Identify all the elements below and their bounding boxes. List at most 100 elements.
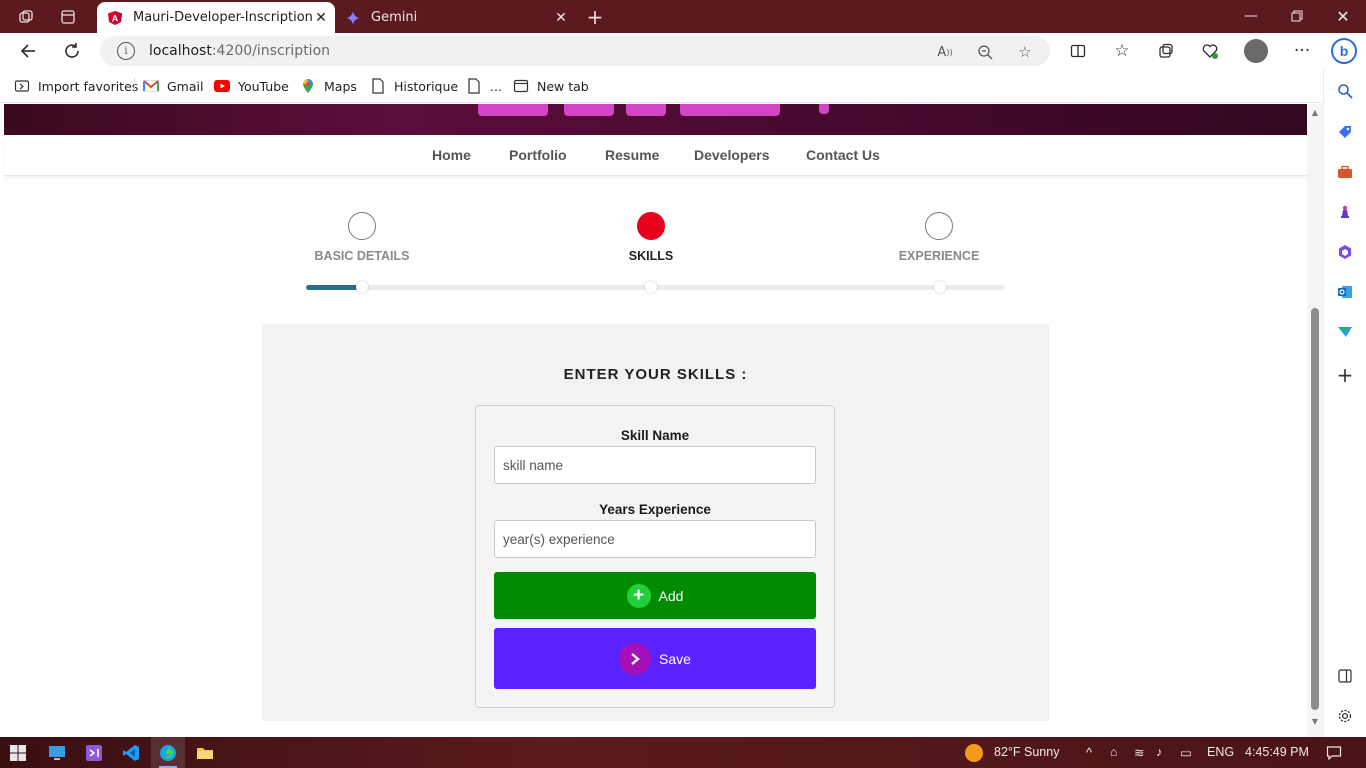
fav-maps[interactable]: Maps	[300, 77, 357, 95]
file-explorer-icon[interactable]	[193, 741, 217, 765]
address-bar[interactable]: i localhost:4200/inscription A)) ☆	[100, 36, 1050, 66]
hide-sidebar-icon[interactable]	[1334, 665, 1356, 687]
fav-untitled[interactable]: ...	[466, 77, 502, 95]
games-chess-icon[interactable]	[1334, 201, 1356, 223]
language-indicator[interactable]: ENG	[1207, 745, 1234, 759]
svg-text:A: A	[112, 13, 119, 23]
tab-gemini[interactable]: Gemini ✕	[335, 2, 575, 33]
scrollbar-thumb[interactable]	[1311, 308, 1319, 710]
close-tab-icon[interactable]: ✕	[553, 10, 569, 26]
browser-toolbar: i localhost:4200/inscription A)) ☆ ☆ ···…	[0, 33, 1366, 69]
split-screen-icon[interactable]	[1066, 39, 1090, 63]
close-tab-icon[interactable]: ✕	[313, 10, 329, 26]
fav-historique[interactable]: Historique	[370, 77, 458, 95]
youtube-icon	[214, 78, 230, 94]
shopping-tag-icon[interactable]	[1334, 121, 1356, 143]
drop-send-icon[interactable]	[1334, 321, 1356, 343]
read-aloud-icon[interactable]: A))	[935, 42, 955, 62]
gemini-sparkle-icon	[345, 10, 361, 26]
tab-actions-icon[interactable]	[58, 7, 78, 27]
search-icon[interactable]	[1334, 80, 1356, 102]
years-experience-input[interactable]	[494, 520, 816, 558]
save-button[interactable]: Save	[494, 628, 816, 689]
site-navigation: Home Portfolio Resume Developers Contact…	[4, 135, 1307, 176]
form-title: ENTER YOUR SKILLS :	[563, 366, 748, 383]
zoom-out-icon[interactable]	[975, 42, 995, 62]
skills-form-panel: ENTER YOUR SKILLS : Skill Name Years Exp…	[262, 324, 1049, 721]
hero-banner	[4, 104, 1307, 135]
site-info-icon[interactable]: i	[117, 42, 135, 60]
step-circle-experience[interactable]	[925, 212, 953, 240]
microsoft365-icon[interactable]	[1334, 241, 1356, 263]
desktop-app-icon[interactable]	[45, 741, 69, 765]
new-tab-plus-icon[interactable]: +	[585, 5, 605, 29]
save-button-label: Save	[659, 650, 691, 667]
add-button-label: Add	[658, 587, 684, 604]
nav-link-developers[interactable]: Developers	[694, 147, 769, 163]
copilot-icon[interactable]: b	[1330, 37, 1358, 65]
step-label-skills: SKILLS	[628, 249, 674, 263]
browser-title-bar: A Mauri-Developer-Inscription ✕ Gemini ✕…	[0, 0, 1366, 33]
browser-sidebar: +	[1323, 69, 1366, 737]
add-skill-button[interactable]: + Add	[494, 572, 816, 619]
vscode-icon[interactable]	[119, 741, 143, 765]
tab-title: Gemini	[371, 10, 418, 25]
progress-marker	[356, 281, 368, 293]
workspaces-icon[interactable]	[16, 7, 36, 27]
scroll-up-arrow-icon[interactable]: ▲	[1311, 108, 1319, 117]
nav-link-contact-us[interactable]: Contact Us	[806, 147, 880, 163]
fav-new-tab[interactable]: New tab	[513, 77, 589, 95]
meet-camera-icon[interactable]: ⌂	[1110, 745, 1118, 759]
newtab-icon	[513, 78, 529, 94]
url-text[interactable]: localhost:4200/inscription	[149, 43, 330, 59]
fav-gmail[interactable]: Gmail	[143, 77, 203, 95]
visual-studio-icon[interactable]	[82, 741, 106, 765]
skill-name-label: Skill Name	[620, 428, 690, 443]
import-icon	[14, 78, 30, 94]
tab-title: Mauri-Developer-Inscription	[133, 10, 313, 25]
step-circle-basic-details[interactable]	[348, 212, 376, 240]
restore-icon[interactable]	[1274, 0, 1320, 32]
skills-form-card: Skill Name Years Experience + Add Save	[475, 405, 835, 708]
refresh-icon[interactable]	[60, 39, 84, 63]
windows-taskbar: 82°F Sunny ^ ⌂ ≋ ♪ ▭ ENG 4:45:49 PM	[0, 737, 1366, 768]
volume-speaker-icon[interactable]: ♪	[1156, 745, 1162, 759]
skill-name-input[interactable]	[494, 446, 816, 484]
notifications-icon[interactable]	[1322, 741, 1346, 765]
add-sidebar-app-icon[interactable]: +	[1334, 363, 1356, 387]
scroll-down-arrow-icon[interactable]: ▼	[1311, 717, 1319, 726]
battery-icon[interactable]: ▭	[1180, 745, 1192, 760]
profile-avatar[interactable]	[1244, 39, 1268, 63]
favorites-icon[interactable]: ☆	[1110, 39, 1134, 63]
favorite-star-icon[interactable]: ☆	[1015, 42, 1035, 62]
tools-briefcase-icon[interactable]	[1334, 161, 1356, 183]
tab-inscription[interactable]: A Mauri-Developer-Inscription ✕	[97, 2, 335, 33]
progress-bar	[306, 281, 1005, 293]
step-circle-skills[interactable]	[637, 212, 665, 240]
browser-essentials-icon[interactable]	[1198, 39, 1222, 63]
weather-text[interactable]: 82°F Sunny	[994, 745, 1059, 759]
fav-import-favorites[interactable]: Import favorites	[14, 77, 138, 95]
outlook-icon[interactable]	[1334, 281, 1356, 303]
fav-youtube[interactable]: YouTube	[214, 77, 289, 95]
close-window-icon[interactable]: ✕	[1320, 0, 1366, 32]
wifi-icon[interactable]: ≋	[1134, 745, 1144, 760]
nav-link-resume[interactable]: Resume	[605, 147, 659, 163]
page-icon	[466, 78, 482, 94]
show-hidden-icons-chevron-icon[interactable]: ^	[1086, 745, 1092, 760]
plus-circle-icon: +	[626, 583, 651, 608]
windows-start-icon[interactable]	[6, 741, 30, 765]
collections-icon[interactable]	[1154, 39, 1178, 63]
settings-gear-icon[interactable]	[1334, 705, 1356, 727]
nav-link-home[interactable]: Home	[432, 147, 471, 163]
page-scrollbar[interactable]: ▲ ▼	[1307, 104, 1323, 737]
clock-time[interactable]: 4:45:49 PM	[1245, 745, 1309, 759]
favorites-bar: Import favorites Gmail YouTube Maps Hist…	[0, 69, 1366, 103]
edge-taskbar-icon[interactable]	[151, 737, 185, 768]
minimize-icon[interactable]: —	[1228, 0, 1274, 32]
nav-link-portfolio[interactable]: Portfolio	[509, 147, 567, 163]
progress-marker	[934, 281, 946, 293]
progress-bar-fill	[306, 285, 362, 290]
back-arrow-icon[interactable]	[16, 39, 40, 63]
more-menu-icon[interactable]: ···	[1290, 39, 1314, 63]
